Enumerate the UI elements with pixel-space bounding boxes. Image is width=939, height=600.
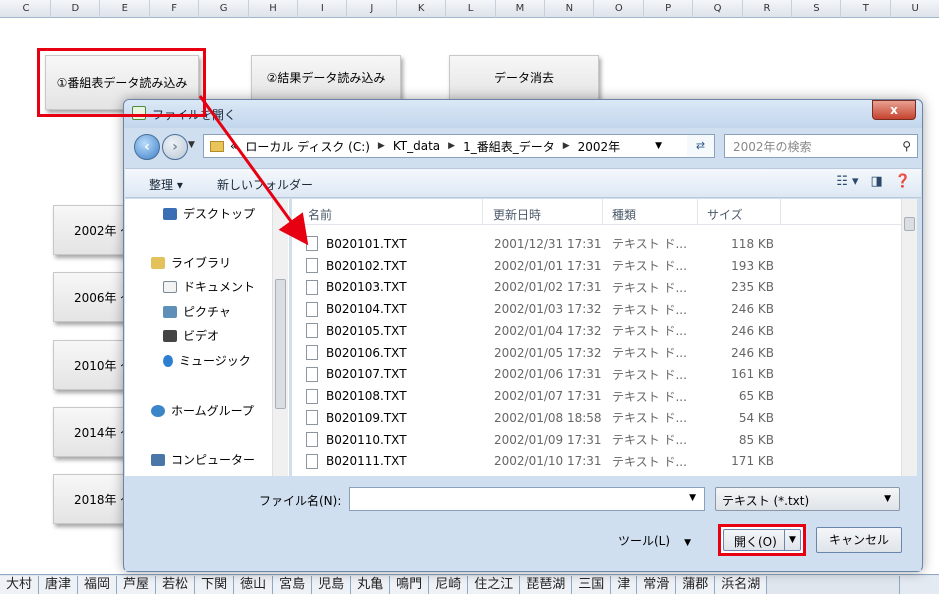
screen: CDEFGHIJKLMNOPQRSTU ①番組表データ読み込み ②結果データ読み… <box>0 0 939 600</box>
annotation-arrow <box>198 95 309 246</box>
